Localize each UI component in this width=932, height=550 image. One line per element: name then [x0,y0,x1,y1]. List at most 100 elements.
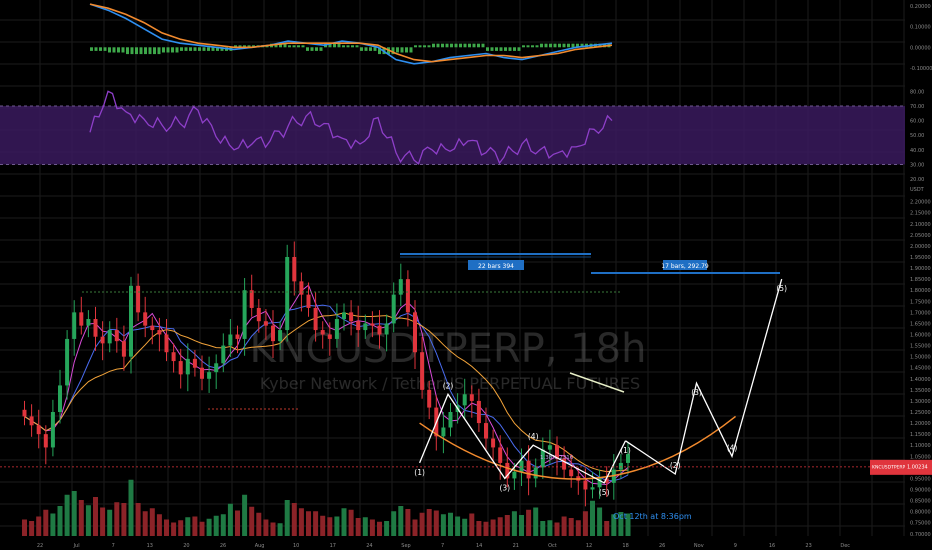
macd-histogram-bar [418,45,422,48]
macd-histogram-bar [400,47,404,53]
volume-bar [440,514,446,536]
macd-histogram-bar [337,43,341,48]
macd-histogram-bar [364,47,368,51]
time-tick-label: Jul [73,543,80,549]
macd-histogram-bar [198,47,201,51]
volume-bar [433,510,439,536]
price-tick-label: 0.80000 [910,510,931,516]
macd-histogram-bar [405,47,408,53]
macd-histogram-bar [351,45,354,48]
trading-chart[interactable]: 0.20000 0.10000 0.00000 -0.10000 80.00 70.00… [0,0,932,550]
wave-label: (3) [691,388,702,397]
volume-bar [277,523,283,536]
time-tick-label: Aug [255,543,265,549]
volume-bar [192,516,198,536]
currency-label: USDT [910,187,925,193]
candle-body [271,325,275,342]
wave-label: (2) [443,381,454,390]
candle-body [377,325,382,335]
candle-body [498,447,503,463]
time-axis: 22 Jul 7 13 20 26 Aug 10 17 24 Sep 7 14 21 Oct 12 18 26 No… [37,543,850,549]
price-tick-label: 1.20000 [910,421,931,427]
volume-bars [22,479,631,536]
candle-body [249,290,254,308]
price-tick-label: 0.75000 [910,521,931,527]
volume-bar [327,517,333,536]
macd-histogram-bar [562,43,566,48]
candle-body [519,460,524,472]
last-price-symbol: KNCUSDTPERP [872,464,906,470]
macd-histogram-bar [409,47,413,53]
candle-body [320,330,325,335]
macd-tick-label: -0.10000 [910,66,932,72]
candle-body [420,352,425,390]
volume-bar [227,503,233,536]
macd-histogram-bar [508,47,512,51]
volume-bar [213,515,219,536]
macd-histogram-bar [414,45,417,48]
macd-histogram-bar [297,45,300,48]
candle-body [327,334,332,339]
macd-histogram-bar [504,47,507,51]
volume-bar [178,520,184,536]
volume-bar [497,517,503,536]
price-axis: 2.20000 2.15000 2.10000 2.05000 2.00000 1.950… [910,200,931,538]
macd-histogram-bar [441,43,444,48]
volume-bar [419,512,425,536]
macd-histogram-bar [130,47,134,55]
time-tick-label: 12 [586,543,592,549]
volume-bar [220,514,226,536]
time-tick-label: 20 [183,543,189,549]
volume-bar [93,497,98,536]
candle-body [86,319,91,326]
candle-body [405,279,410,313]
volume-bar [171,522,177,536]
candle-body [512,471,517,479]
macd-histogram-bar [126,47,129,55]
macd-histogram-bar [454,43,458,48]
price-tick-label: 0.95000 [910,476,931,482]
candle-body [171,352,176,362]
candle-body [469,394,474,401]
volume-bar [604,521,610,536]
volume-bar [341,508,347,536]
volume-bar [469,513,475,536]
rsi-tick-label: 50.00 [910,133,924,139]
candle-body [200,367,204,379]
volume-bar [504,515,510,536]
volume-bar [135,503,141,536]
candle-body [185,358,190,375]
candle-body [22,409,27,417]
candle-body [58,385,62,412]
time-tick-label: 26 [220,543,226,549]
volume-bar [256,512,262,536]
rsi-tick-label: 30.00 [910,162,924,168]
candle-body [50,412,55,448]
price-tick-label: 2.10000 [910,222,931,228]
macd-histogram-bar [319,47,323,51]
price-tick-label: 0.85000 [910,499,931,505]
candle-body [384,323,389,335]
macd-histogram-bar [472,43,476,48]
last-price-tag: KNCUSDTPERP 1.00234 [870,459,932,475]
price-tick-label: 1.55000 [910,344,931,350]
candle-body [342,312,346,319]
volume-bar [369,519,375,536]
macd-histogram-bar [495,47,498,51]
volume-bar [526,509,532,536]
volume-bar [582,511,588,536]
candle-body [72,312,77,339]
rsi-tick-label: 40.00 [910,148,924,154]
macd-histogram-bar [567,43,570,48]
macd-histogram-bar [432,43,435,48]
candle-body [36,425,41,435]
volume-bar [107,509,113,536]
range-label-1: 22 bars 394 [478,263,514,270]
volume-bar [483,521,489,536]
candle-body [349,312,354,322]
candle-body [313,307,318,331]
volume-bar [36,516,42,536]
volume-bar [235,510,240,536]
rsi-tick-label: 80.00 [910,89,924,95]
candle-body [79,312,84,326]
